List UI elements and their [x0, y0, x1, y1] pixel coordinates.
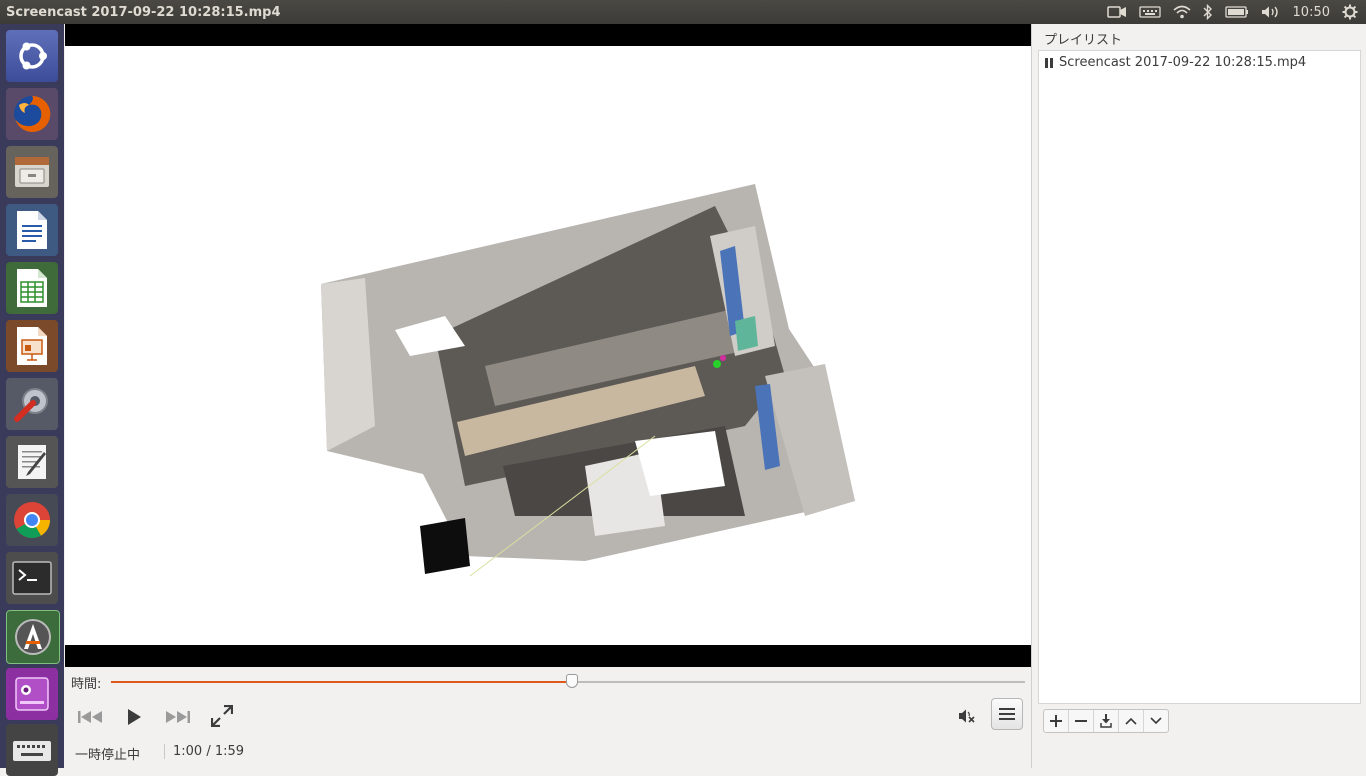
plus-icon	[1050, 715, 1062, 727]
battery-icon[interactable]	[1224, 0, 1249, 24]
add-item-button[interactable]	[1044, 710, 1069, 732]
launcher	[0, 24, 64, 776]
play-icon	[128, 709, 141, 725]
playlist-item-label: Screencast 2017-09-22 10:28:15.mp4	[1059, 55, 1307, 70]
keyboard-app-icon[interactable]	[6, 724, 58, 776]
previous-button[interactable]	[75, 703, 105, 731]
files-icon[interactable]	[6, 146, 58, 198]
playlist-panel: プレイリスト Screencast 2017-09-22 10:28:15.mp…	[1031, 24, 1366, 768]
download-icon	[1100, 714, 1112, 728]
previous-icon	[78, 711, 102, 723]
libreoffice-writer-icon[interactable]	[6, 204, 58, 256]
move-down-button[interactable]	[1144, 710, 1168, 732]
ubuntu-dash-icon[interactable]	[6, 30, 58, 82]
chevron-up-icon	[1125, 717, 1137, 725]
player-controls: 時間: 一時停止中 1:00 / 1:59	[65, 667, 1031, 768]
move-up-button[interactable]	[1119, 710, 1144, 732]
clock[interactable]: 10:50	[1293, 5, 1330, 20]
next-button[interactable]	[163, 703, 193, 731]
next-icon	[166, 711, 190, 723]
indicator-area: 10:50	[1106, 0, 1366, 24]
software-updater-icon[interactable]	[6, 610, 60, 664]
volume-muted-icon	[959, 709, 975, 723]
save-playlist-button[interactable]	[1094, 710, 1119, 732]
settings-gear-icon[interactable]	[1342, 0, 1358, 24]
terminal-icon[interactable]	[6, 552, 58, 604]
fullscreen-icon	[211, 705, 233, 727]
mute-button[interactable]	[955, 703, 981, 729]
playlist-item[interactable]: Screencast 2017-09-22 10:28:15.mp4	[1045, 55, 1306, 70]
video-frame[interactable]	[65, 46, 1031, 645]
play-button[interactable]	[119, 703, 149, 731]
playlist-toolbar	[1043, 709, 1169, 733]
playlist-toggle-button[interactable]	[991, 698, 1023, 730]
volume-icon[interactable]	[1261, 0, 1281, 24]
seek-bar-fill	[111, 681, 572, 683]
webcam-app-icon[interactable]	[6, 668, 58, 720]
playlist-header: プレイリスト	[1044, 33, 1123, 48]
minus-icon	[1075, 720, 1087, 722]
time-label: 時間:	[71, 677, 102, 692]
keyboard-icon[interactable]	[1138, 0, 1161, 24]
chrome-icon[interactable]	[6, 494, 58, 546]
remove-item-button[interactable]	[1069, 710, 1094, 732]
pause-icon	[1045, 57, 1053, 68]
playback-status: 一時停止中	[75, 748, 141, 763]
point-cloud-map-image	[321, 184, 855, 577]
window-title: Screencast 2017-09-22 10:28:15.mp4	[6, 4, 281, 20]
text-editor-icon[interactable]	[6, 436, 58, 488]
menu-icon	[999, 708, 1015, 720]
video-area[interactable]	[65, 24, 1031, 667]
seek-bar[interactable]	[111, 674, 1025, 688]
wifi-icon[interactable]	[1173, 0, 1191, 24]
system-settings-icon[interactable]	[6, 378, 58, 430]
bluetooth-icon[interactable]	[1203, 0, 1213, 24]
playlist-list[interactable]: Screencast 2017-09-22 10:28:15.mp4	[1038, 50, 1361, 704]
playback-time: 1:00 / 1:59	[164, 744, 244, 759]
libreoffice-calc-icon[interactable]	[6, 262, 58, 314]
fullscreen-button[interactable]	[207, 701, 237, 731]
firefox-icon[interactable]	[6, 88, 58, 140]
libreoffice-impress-icon[interactable]	[6, 320, 58, 372]
seek-bar-handle[interactable]	[565, 674, 578, 688]
camera-icon[interactable]	[1106, 0, 1127, 24]
top-panel: Screencast 2017-09-22 10:28:15.mp4 10:50	[0, 0, 1366, 24]
chevron-down-icon	[1150, 717, 1162, 725]
